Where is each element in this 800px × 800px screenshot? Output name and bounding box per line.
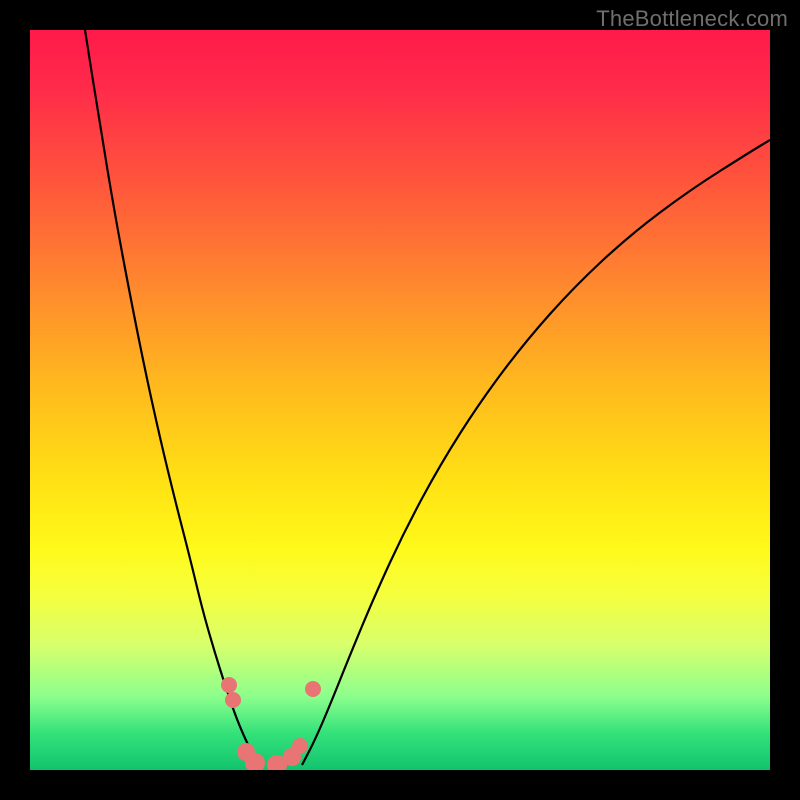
- data-marker: [221, 677, 237, 693]
- watermark: TheBottleneck.com: [596, 6, 788, 32]
- plot-area: [30, 30, 770, 770]
- data-marker: [225, 692, 241, 708]
- chart-frame: TheBottleneck.com: [0, 0, 800, 800]
- left-curve: [85, 30, 258, 765]
- data-marker: [292, 738, 308, 754]
- data-marker: [305, 681, 321, 697]
- right-curve: [302, 140, 770, 765]
- curves-layer: [30, 30, 770, 770]
